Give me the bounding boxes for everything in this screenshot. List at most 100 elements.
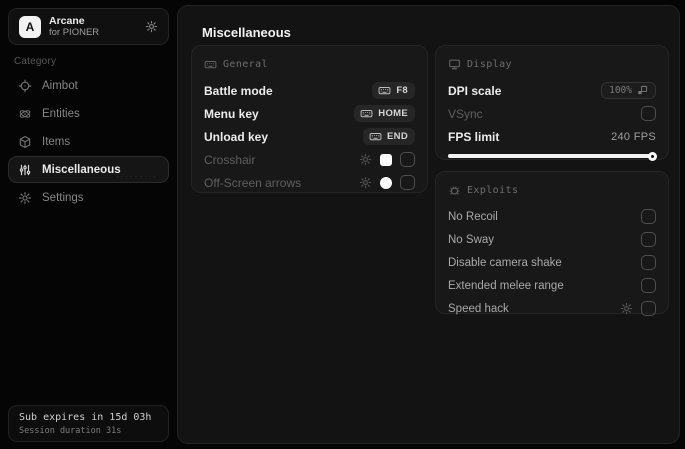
fps-limit-value: 240 FPS [611, 130, 656, 143]
sidebar-item-settings[interactable]: Settings [8, 184, 169, 211]
checkbox[interactable] [641, 232, 656, 247]
panel-general-header: General [204, 56, 415, 72]
setting-controls [641, 255, 656, 270]
color-swatch[interactable] [380, 176, 392, 189]
panel-exploits-title: Exploits [467, 184, 519, 196]
app-name: Arcane [49, 14, 85, 27]
keybind-value: F8 [396, 85, 408, 96]
checkbox[interactable] [641, 301, 656, 316]
keybind-value: END [387, 131, 408, 142]
bug-icon [448, 184, 461, 197]
subscription-card: Sub expires in 15d 03h Session duration … [8, 405, 169, 442]
vsync-checkbox[interactable] [641, 106, 656, 121]
sidebar-item-label: Items [42, 135, 71, 148]
setting-label: Menu key [204, 106, 259, 121]
checkbox[interactable] [641, 278, 656, 293]
app-window: { "app": { "logo_letter": "A", "name": "… [0, 0, 685, 449]
sidebar-item-label: Miscellaneous [42, 163, 121, 176]
setting-label: Extended melee range [448, 279, 564, 292]
panel-general: General Battle mode F8 Menu key HOME Unload … [191, 45, 428, 193]
dpi-scale-row: DPI scale 100% [448, 79, 656, 102]
checkbox[interactable] [641, 209, 656, 224]
fps-limit-row: FPS limit 240 FPS [448, 125, 656, 148]
sidebar-item-label: Aimbot [42, 79, 78, 92]
keyboard-icon [378, 84, 391, 97]
brand-text: Arcane for PIONER [49, 15, 99, 39]
keybind-badge[interactable]: HOME [354, 105, 415, 122]
vsync-label: VSync [448, 106, 483, 121]
entities-icon [18, 107, 32, 121]
settings-gear-icon[interactable] [145, 20, 158, 33]
setting-controls [620, 301, 656, 316]
gear-icon[interactable] [359, 153, 372, 166]
speed-hack-row: Speed hack [448, 297, 656, 320]
sidebar-item-entities[interactable]: Entities [8, 100, 169, 127]
checkbox[interactable] [400, 152, 415, 167]
setting-controls [359, 175, 415, 190]
setting-label: Off-Screen arrows [204, 175, 302, 190]
keyboard-icon [204, 58, 217, 71]
vsync-row: VSync [448, 102, 656, 125]
sidebar-item-label: Settings [42, 191, 84, 204]
panel-display-title: Display [467, 58, 512, 70]
setting-label: No Recoil [448, 210, 498, 223]
fps-limit-slider[interactable] [448, 151, 657, 161]
disable-camera-shake-row: Disable camera shake [448, 251, 656, 274]
app-logo: A [19, 15, 41, 38]
color-swatch[interactable] [380, 153, 392, 166]
main-content: Miscellaneous General Battle mode F8 Menu … [177, 5, 680, 444]
gear-icon [18, 191, 32, 205]
sidebar-item-items[interactable]: Items [8, 128, 169, 155]
panel-exploits-header: Exploits [448, 182, 656, 198]
keybind-badge[interactable]: F8 [372, 82, 415, 99]
panel-display: Display DPI scale 100% VSync FPS limit 2… [435, 45, 669, 161]
unload-key-row: Unload key END [204, 125, 415, 148]
monitor-icon [448, 58, 461, 71]
brand-card: A Arcane for PIONER [8, 8, 169, 45]
fps-slider-knob[interactable] [648, 151, 657, 161]
checkbox[interactable] [400, 175, 415, 190]
no-recoil-row: No Recoil [448, 205, 656, 228]
keybind-value: HOME [378, 108, 408, 119]
off-screen-arrows-row: Off-Screen arrows [204, 171, 415, 194]
no-sway-row: No Sway [448, 228, 656, 251]
setting-label: Battle mode [204, 83, 273, 98]
dpi-scale-value: 100% [609, 85, 632, 96]
sidebar: A Arcane for PIONER Category Aimbot Entit… [0, 0, 177, 449]
extended-melee-range-row: Extended melee range [448, 274, 656, 297]
sub-expiry-text: Sub expires in 15d 03h [19, 412, 152, 423]
setting-label: Speed hack [448, 302, 509, 315]
menu-key-row: Menu key HOME [204, 102, 415, 125]
crosshair-row: Crosshair [204, 148, 415, 171]
crosshair-icon [18, 79, 32, 93]
panel-exploits: Exploits No Recoil No Sway Disable camera … [435, 171, 669, 316]
exploit-rows: No Recoil No Sway Disable camera shake Exte… [448, 205, 656, 320]
setting-label: Unload key [204, 129, 269, 144]
setting-controls [641, 278, 656, 293]
app-subtitle: for PIONER [49, 26, 100, 38]
setting-controls [641, 209, 656, 224]
keyboard-icon [369, 130, 382, 143]
keyboard-icon [360, 107, 373, 120]
sidebar-item-aimbot[interactable]: Aimbot [8, 72, 169, 99]
panel-display-header: Display [448, 56, 656, 72]
setting-label: No Sway [448, 233, 495, 246]
scale-icon [637, 85, 648, 96]
sidebar-item-miscellaneous[interactable]: Miscellaneous ········· [8, 156, 169, 183]
panel-general-title: General [223, 58, 268, 70]
gear-icon[interactable] [359, 176, 372, 189]
setting-label: Disable camera shake [448, 256, 562, 269]
box-icon [18, 135, 32, 149]
dpi-scale-label: DPI scale [448, 83, 502, 98]
setting-controls [641, 232, 656, 247]
checkbox[interactable] [641, 255, 656, 270]
sidebar-item-label: Entities [42, 107, 80, 120]
session-duration-text: Session duration 31s [19, 426, 122, 436]
fps-limit-label: FPS limit [448, 129, 500, 144]
category-label: Category [14, 56, 57, 67]
keybind-badge[interactable]: END [363, 128, 415, 145]
setting-label: Crosshair [204, 152, 256, 167]
dpi-scale-select[interactable]: 100% [601, 82, 656, 99]
gear-icon[interactable] [620, 302, 633, 315]
sidebar-nav: Aimbot Entities Items Miscellaneous ········… [8, 72, 169, 212]
